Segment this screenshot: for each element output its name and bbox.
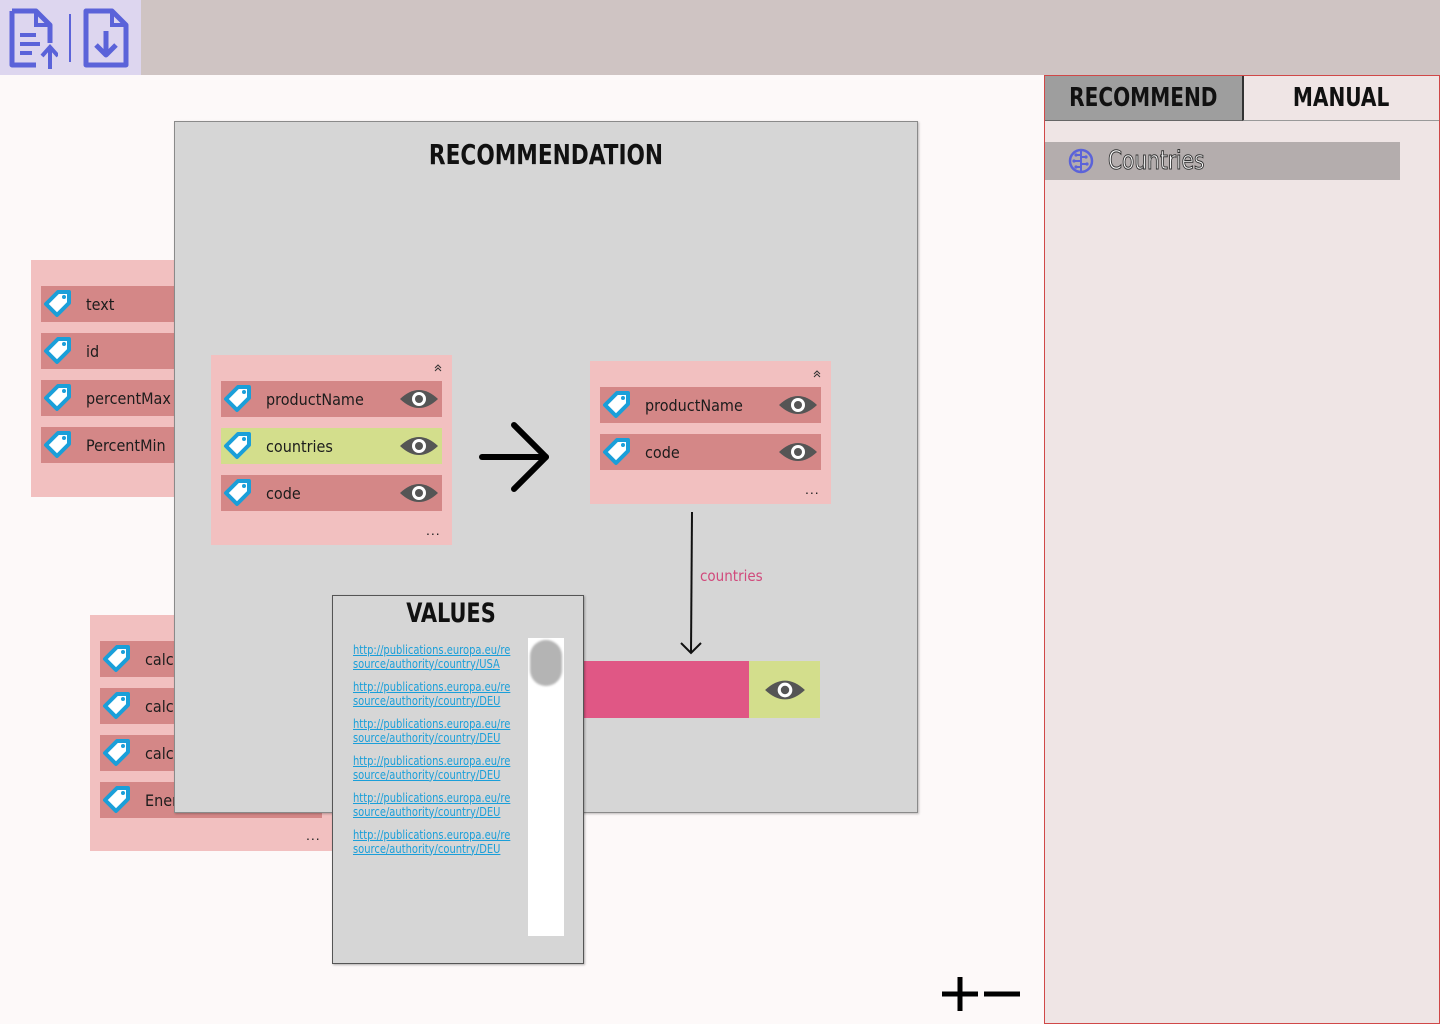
value-link[interactable]: http://publications.europa.eu/resource/a… <box>353 754 511 782</box>
value-link[interactable]: http://publications.europa.eu/resource/a… <box>353 717 511 745</box>
field-row-code[interactable]: code <box>221 475 442 511</box>
field-label: code <box>266 483 301 503</box>
new-field-drop-target[interactable] <box>574 661 749 718</box>
eye-icon[interactable] <box>777 439 819 465</box>
file-download-icon <box>83 8 129 68</box>
arrow-right-icon <box>479 422 549 492</box>
eye-icon[interactable] <box>398 480 440 506</box>
eye-icon[interactable] <box>398 386 440 412</box>
tag-icon <box>223 384 253 414</box>
field-row-productname[interactable]: productName <box>600 387 821 423</box>
field-label: productName <box>645 395 743 415</box>
collapse-chevron-icon[interactable] <box>433 363 443 373</box>
value-link[interactable]: http://publications.europa.eu/resource/a… <box>353 643 511 671</box>
tag-icon <box>602 437 632 467</box>
values-scrollbar[interactable] <box>528 638 564 936</box>
new-field-eye-button[interactable] <box>749 661 820 718</box>
eye-icon[interactable] <box>777 392 819 418</box>
recommendation-title: RECOMMENDATION <box>428 138 664 171</box>
more-fields-ellipsis[interactable]: ... <box>805 481 820 497</box>
value-link[interactable]: http://publications.europa.eu/resource/a… <box>353 791 511 819</box>
toolbar-divider <box>69 14 71 62</box>
tag-icon <box>102 738 132 768</box>
values-title: VALUES <box>406 598 496 629</box>
source-entity-card[interactable]: productName countries code ... <box>211 355 452 545</box>
tag-icon <box>223 478 253 508</box>
tab-recommend[interactable]: RECOMMEND <box>1045 76 1242 121</box>
target-entity-card[interactable]: productName code ... <box>590 361 831 504</box>
file-upload-icon <box>9 8 60 69</box>
eye-icon <box>764 680 805 699</box>
field-row-productname[interactable]: productName <box>221 381 442 417</box>
file-download-button[interactable] <box>80 5 132 71</box>
top-toolbar <box>0 0 1440 75</box>
collapse-chevron-icon[interactable] <box>812 369 822 379</box>
file-upload-button[interactable] <box>6 5 60 71</box>
field-label: code <box>645 442 680 462</box>
zoom-in-button[interactable] <box>940 974 980 1014</box>
minus-icon <box>984 991 1020 997</box>
file-actions-group <box>0 0 141 75</box>
suggestion-label: Countries <box>1108 146 1205 177</box>
eye-icon[interactable] <box>398 433 440 459</box>
field-label: productName <box>266 389 364 409</box>
field-row-code[interactable]: code <box>600 434 821 470</box>
tag-icon <box>102 644 132 674</box>
zoom-out-button[interactable] <box>982 974 1022 1014</box>
tag-icon <box>102 691 132 721</box>
plus-icon <box>942 977 978 1011</box>
scrollbar-thumb[interactable] <box>530 640 562 686</box>
tab-label: MANUAL <box>1293 83 1390 113</box>
tag-icon <box>43 383 73 413</box>
values-panel: VALUES http://publications.europa.eu/res… <box>332 595 584 964</box>
value-link[interactable]: http://publications.europa.eu/resource/a… <box>353 680 511 708</box>
value-link[interactable]: http://publications.europa.eu/resource/a… <box>353 828 511 856</box>
more-fields-ellipsis[interactable]: ... <box>306 827 321 843</box>
tag-icon <box>223 431 253 461</box>
field-row-countries[interactable]: countries <box>221 428 442 464</box>
tag-icon <box>43 289 73 319</box>
more-fields-ellipsis[interactable]: ... <box>426 522 441 538</box>
tag-icon <box>102 785 132 815</box>
field-label: countries <box>266 436 333 456</box>
tag-icon <box>43 430 73 460</box>
tab-manual[interactable]: MANUAL <box>1242 76 1439 121</box>
tag-icon <box>43 336 73 366</box>
right-sidebar: RECOMMEND MANUAL Countries <box>1044 75 1440 1024</box>
values-list: http://publications.europa.eu/resource/a… <box>353 643 525 866</box>
connector-label: countries <box>700 567 763 585</box>
brain-icon <box>1067 147 1095 175</box>
suggestion-item-countries[interactable]: Countries <box>1045 142 1400 180</box>
tab-label: RECOMMEND <box>1069 83 1218 113</box>
tag-icon <box>602 390 632 420</box>
